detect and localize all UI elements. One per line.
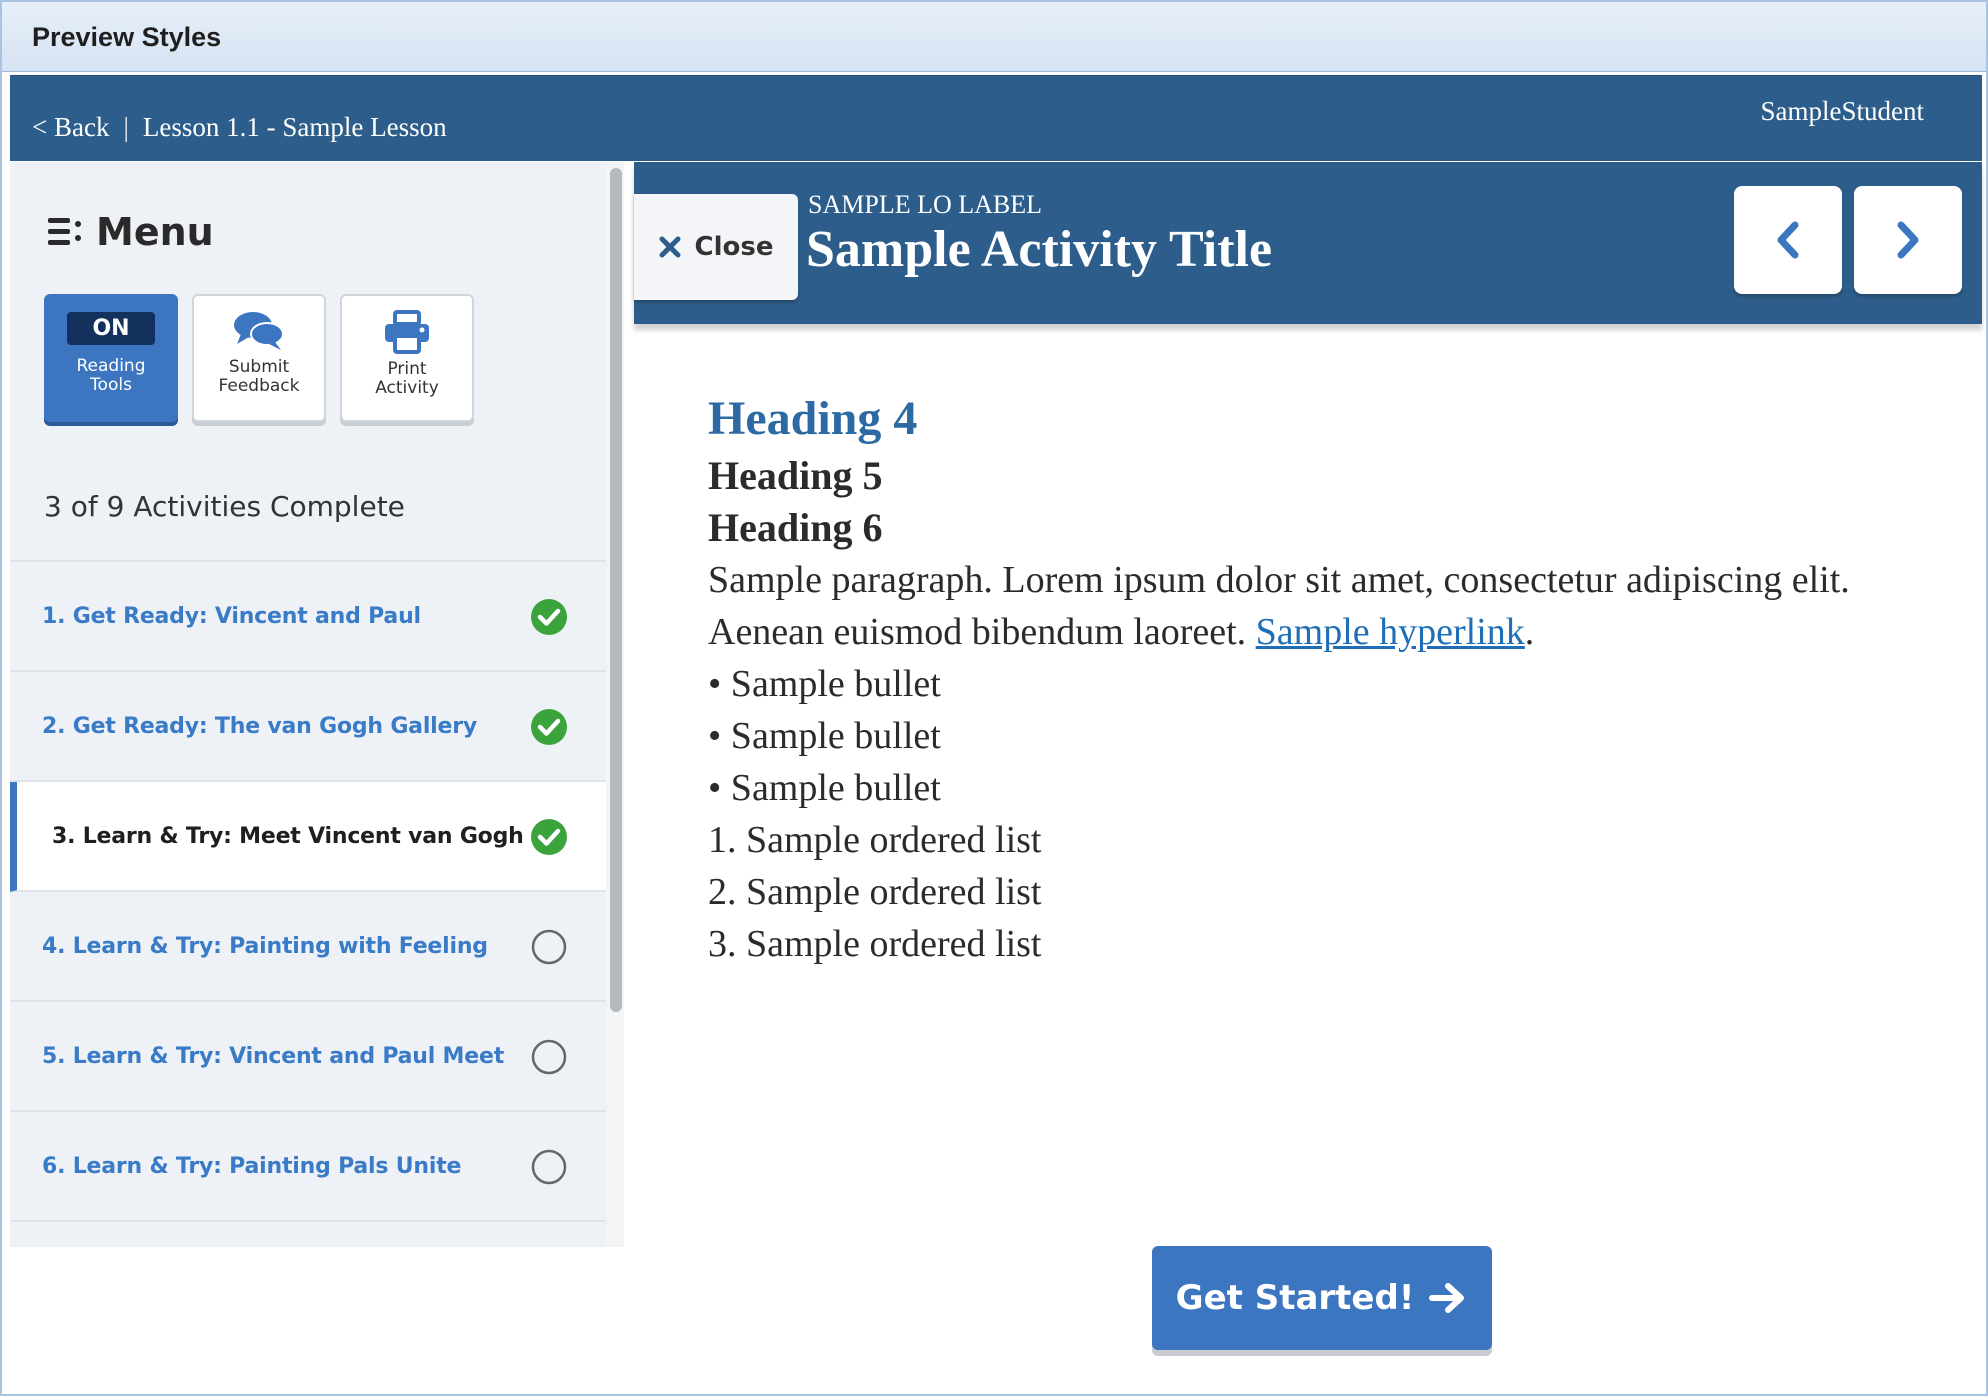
next-activity-button[interactable]	[1854, 186, 1962, 294]
course-header: < Back | Lesson 1.1 - Sample Lesson Sample…	[10, 75, 1982, 161]
bullet-item: • Sample bullet	[708, 715, 941, 757]
activity-menu-sidebar: Menu ON Reading Tools Submit Feedback Pr…	[10, 162, 624, 1247]
printer-icon	[385, 310, 429, 354]
ordered-item: 2. Sample ordered list	[708, 871, 1042, 913]
preview-styles-window: Preview Styles < Back | Lesson 1.1 - Sampl…	[0, 0, 1988, 1396]
activity-item[interactable]: 2. Get Ready: The van Gogh Gallery	[10, 672, 606, 782]
activity-content: Heading 4 Heading 5 Heading 6 Sample par…	[708, 388, 1908, 970]
heading-6: Heading 6	[708, 505, 883, 550]
ordered-item: 3. Sample ordered list	[708, 923, 1042, 965]
sidebar-scrollbar[interactable]	[606, 162, 624, 1247]
ordered-item: 1. Sample ordered list	[708, 819, 1042, 861]
breadcrumb: < Back | Lesson 1.1 - Sample Lesson	[32, 112, 447, 143]
paragraph-end: .	[1524, 611, 1535, 653]
bullet-item: • Sample bullet	[708, 663, 941, 705]
empty-circle-icon	[531, 929, 567, 965]
close-label: Close	[694, 232, 774, 262]
check-circle-icon	[531, 709, 567, 745]
tool-buttons: ON Reading Tools Submit Feedback Print A…	[44, 294, 474, 422]
activity-item[interactable]: 4. Learn & Try: Painting with Feeling	[10, 892, 606, 1002]
previous-activity-button[interactable]	[1734, 186, 1842, 294]
bullet-item: • Sample bullet	[708, 767, 941, 809]
reading-tools-state: ON	[67, 312, 155, 345]
scrollbar-thumb[interactable]	[610, 168, 622, 1012]
close-button[interactable]: Close	[634, 194, 798, 300]
activity-label: 4. Learn & Try: Painting with Feeling	[42, 933, 488, 959]
get-started-label: Get Started!	[1175, 1278, 1415, 1318]
activity-title: Sample Activity Title	[806, 221, 1273, 278]
menu-list-icon	[48, 218, 81, 245]
close-icon	[659, 236, 681, 258]
chevron-right-icon	[1897, 221, 1919, 259]
check-circle-icon	[531, 819, 567, 855]
sample-hyperlink[interactable]: Sample hyperlink	[1256, 611, 1525, 653]
reading-tools-label: Reading Tools	[76, 356, 146, 395]
activity-label: 2. Get Ready: The van Gogh Gallery	[42, 713, 478, 739]
breadcrumb-separator: |	[123, 112, 129, 142]
reading-tools-button[interactable]: ON Reading Tools	[44, 294, 178, 422]
get-started-button[interactable]: Get Started!	[1152, 1246, 1492, 1350]
arrow-right-icon	[1429, 1283, 1465, 1313]
activity-item[interactable]: 1. Get Ready: Vincent and Paul	[10, 562, 606, 672]
heading-5: Heading 5	[708, 453, 883, 498]
user-name[interactable]: SampleStudent	[1761, 96, 1925, 127]
chevron-left-icon	[1777, 221, 1799, 259]
empty-circle-icon	[531, 1149, 567, 1185]
empty-circle-icon	[531, 1039, 567, 1075]
activity-label: 6. Learn & Try: Painting Pals Unite	[42, 1153, 462, 1179]
lo-label: SAMPLE LO LABEL	[808, 190, 1042, 219]
activity-label: 1. Get Ready: Vincent and Paul	[42, 603, 421, 629]
activity-item[interactable]: 5. Learn & Try: Vincent and Paul Meet	[10, 1002, 606, 1112]
menu-label: Menu	[96, 210, 214, 254]
activity-item-current[interactable]: 3. Learn & Try: Meet Vincent van Gogh	[10, 782, 606, 892]
activity-item[interactable]: 6. Learn & Try: Painting Pals Unite	[10, 1112, 606, 1222]
chat-bubble-icon	[234, 312, 284, 350]
back-link[interactable]: < Back	[32, 112, 109, 142]
check-circle-icon	[531, 599, 567, 635]
activities-progress: 3 of 9 Activities Complete	[44, 490, 405, 523]
window-titlebar: Preview Styles	[2, 2, 1986, 72]
activity-list: 1. Get Ready: Vincent and Paul 2. Get Re…	[10, 560, 606, 1222]
menu-heading: Menu	[48, 210, 214, 254]
heading-4: Heading 4	[708, 392, 918, 445]
activity-label: 5. Learn & Try: Vincent and Paul Meet	[42, 1043, 505, 1069]
submit-feedback-label: Submit Feedback	[218, 357, 300, 396]
print-activity-label: Print Activity	[375, 359, 439, 398]
window-title: Preview Styles	[32, 22, 222, 52]
sample-paragraph: Sample paragraph. Lorem ipsum dolor sit …	[708, 554, 1908, 658]
lesson-title: Lesson 1.1 - Sample Lesson	[142, 112, 447, 142]
activity-label: 3. Learn & Try: Meet Vincent van Gogh	[52, 823, 524, 849]
submit-feedback-button[interactable]: Submit Feedback	[192, 294, 326, 422]
print-activity-button[interactable]: Print Activity	[340, 294, 474, 422]
